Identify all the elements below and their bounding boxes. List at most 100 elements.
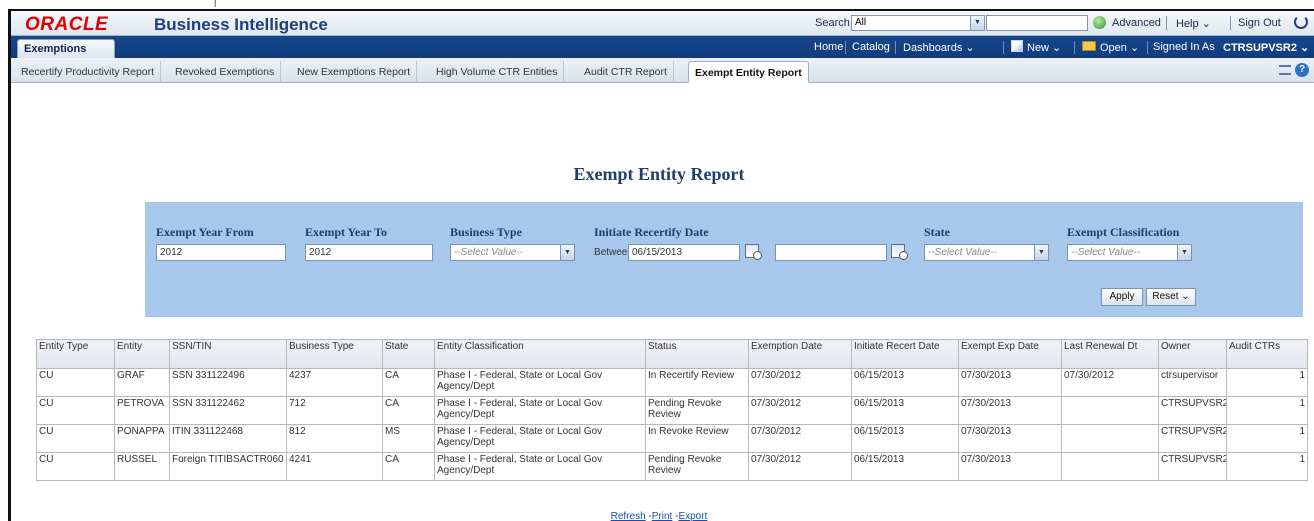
column-header[interactable]: Audit CTRs	[1226, 339, 1308, 369]
table-cell: 07/30/2012	[748, 452, 852, 481]
table-cell: 06/15/2013	[851, 452, 959, 481]
state-select[interactable]: --Select Value-- ▼	[924, 244, 1049, 261]
reset-button[interactable]: Reset ⌄	[1146, 288, 1196, 306]
tab-new-exemptions-report[interactable]: New Exemptions Report	[291, 61, 418, 83]
search-input[interactable]	[986, 15, 1088, 31]
table-cell: Phase I - Federal, State or Local Gov Ag…	[434, 396, 646, 425]
table-cell: 1	[1226, 424, 1308, 453]
calendar-icon[interactable]	[891, 244, 908, 260]
search-go-icon[interactable]	[1093, 16, 1106, 29]
divider	[1230, 16, 1231, 30]
chevron-down-icon[interactable]: ▼	[1177, 245, 1191, 260]
power-icon[interactable]	[1294, 15, 1308, 29]
initiate-date-to-field[interactable]	[775, 244, 887, 261]
home-link[interactable]: Home	[814, 41, 843, 53]
page-options-icon[interactable]	[1279, 65, 1291, 75]
exempt-classification-select[interactable]: --Select Value-- ▼	[1067, 244, 1192, 261]
sign-out-link[interactable]: Sign Out	[1238, 17, 1281, 29]
table-cell: CU	[36, 396, 115, 425]
table-row: CU PONAPPA ITIN 331122468 812 MS Phase I…	[36, 424, 1308, 453]
tab-revoked-exemptions[interactable]: Revoked Exemptions	[169, 61, 282, 83]
chevron-down-icon[interactable]: ▼	[970, 16, 984, 30]
new-document-icon	[1011, 40, 1023, 52]
dashboards-menu[interactable]: Dashboards ⌄	[903, 41, 975, 54]
table-row: CU RUSSEL Foreign TITIBSACTR060 4241 CA …	[36, 452, 1308, 481]
tab-exempt-entity-report[interactable]: Exempt Entity Report	[688, 61, 809, 83]
table-cell: Phase I - Federal, State or Local Gov Ag…	[434, 368, 646, 397]
table-cell: 07/30/2013	[958, 396, 1062, 425]
tab-recertify-productivity-report[interactable]: Recertify Productivity Report	[15, 61, 162, 83]
catalog-link[interactable]: Catalog	[852, 41, 890, 53]
table-row: CU GRAF SSN 331122496 4237 CA Phase I - …	[36, 368, 1308, 397]
search-scope-select[interactable]: All ▼	[851, 15, 985, 31]
calendar-icon[interactable]	[745, 244, 762, 260]
table-cell: Phase I - Federal, State or Local Gov Ag…	[434, 452, 646, 481]
table-cell: CA	[382, 396, 435, 425]
exempt-entity-table: Entity Type Entity SSN/TIN Business Type…	[36, 339, 1308, 481]
exempt-year-to-field[interactable]: 2012	[305, 244, 433, 261]
column-header[interactable]: Last Renewal Dt	[1061, 339, 1159, 369]
table-cell: CTRSUPVSR2	[1158, 424, 1227, 453]
initiate-recertify-date-label: Initiate Recertify Date	[594, 225, 709, 239]
table-cell	[1061, 424, 1159, 453]
column-header[interactable]: Entity	[114, 339, 170, 369]
column-header[interactable]: Owner	[1158, 339, 1227, 369]
tab-audit-ctr-report[interactable]: Audit CTR Report	[578, 61, 674, 83]
exempt-year-from-label: Exempt Year From	[156, 225, 254, 239]
help-menu[interactable]: Help ⌄	[1176, 17, 1211, 30]
table-cell: In Recertify Review	[645, 368, 749, 397]
state-label: State	[924, 225, 950, 239]
column-header[interactable]: Entity Classification	[434, 339, 646, 369]
signed-in-label: Signed In As	[1153, 41, 1215, 53]
header-top-bar: ORACLE Business Intelligence Search All …	[11, 11, 1314, 36]
table-cell: 07/30/2013	[958, 368, 1062, 397]
new-menu[interactable]: New ⌄	[1027, 41, 1061, 54]
refresh-link[interactable]: Refresh	[611, 511, 646, 521]
table-cell: 06/15/2013	[851, 368, 959, 397]
table-cell: 07/30/2012	[748, 368, 852, 397]
table-cell: MS	[382, 424, 435, 453]
column-header[interactable]: Status	[645, 339, 749, 369]
column-header[interactable]: Initiate Recert Date	[851, 339, 959, 369]
business-type-select[interactable]: --Select Value-- ▼	[450, 244, 575, 261]
table-row: CU PETROVA SSN 331122462 712 CA Phase I …	[36, 396, 1308, 425]
table-cell: RUSSEL	[114, 452, 170, 481]
column-header[interactable]: SSN/TIN	[169, 339, 287, 369]
app-title: Business Intelligence	[154, 15, 328, 34]
table-cell: ctrsupervisor	[1158, 368, 1227, 397]
table-cell: 4237	[286, 368, 383, 397]
business-type-value: --Select Value--	[454, 247, 524, 258]
tab-high-volume-ctr-entities[interactable]: High Volume CTR Entities	[430, 61, 565, 83]
export-link[interactable]: Export	[678, 511, 707, 521]
column-header[interactable]: Business Type	[286, 339, 383, 369]
column-header[interactable]: State	[382, 339, 435, 369]
app-header: ORACLE Business Intelligence Search All …	[11, 11, 1314, 58]
exempt-classification-label: Exempt Classification	[1067, 225, 1180, 239]
open-menu[interactable]: Open ⌄	[1100, 41, 1139, 54]
apply-button[interactable]: Apply	[1101, 288, 1143, 306]
search-label: Search	[815, 17, 850, 29]
table-cell: Pending Revoke Review	[645, 396, 749, 425]
print-link[interactable]: Print	[652, 511, 673, 521]
exempt-year-from-field[interactable]: 2012	[156, 244, 286, 261]
table-cell	[1061, 452, 1159, 481]
table-cell: In Revoke Review	[645, 424, 749, 453]
help-icon[interactable]: ?	[1295, 63, 1309, 77]
divider	[1074, 41, 1075, 54]
table-cell: CU	[36, 368, 115, 397]
signed-in-user-menu[interactable]: CTRSUPVSR2 ⌄	[1223, 41, 1309, 54]
oracle-logo: ORACLE	[25, 14, 109, 35]
header-nav-bar: Exemptions Home Catalog Dashboards ⌄ New…	[11, 36, 1314, 58]
column-header[interactable]: Exempt Exp Date	[958, 339, 1062, 369]
table-cell: CA	[382, 368, 435, 397]
folder-icon	[1082, 41, 1096, 51]
column-header[interactable]: Entity Type	[36, 339, 115, 369]
initiate-date-from-field[interactable]: 06/15/2013	[628, 244, 740, 261]
dashboard-tab-exemptions[interactable]: Exemptions	[17, 39, 115, 58]
table-cell: 812	[286, 424, 383, 453]
chevron-down-icon[interactable]: ▼	[1034, 245, 1048, 260]
table-cell: CTRSUPVSR2	[1158, 396, 1227, 425]
chevron-down-icon[interactable]: ▼	[560, 245, 574, 260]
column-header[interactable]: Exemption Date	[748, 339, 852, 369]
advanced-link[interactable]: Advanced	[1112, 17, 1161, 29]
